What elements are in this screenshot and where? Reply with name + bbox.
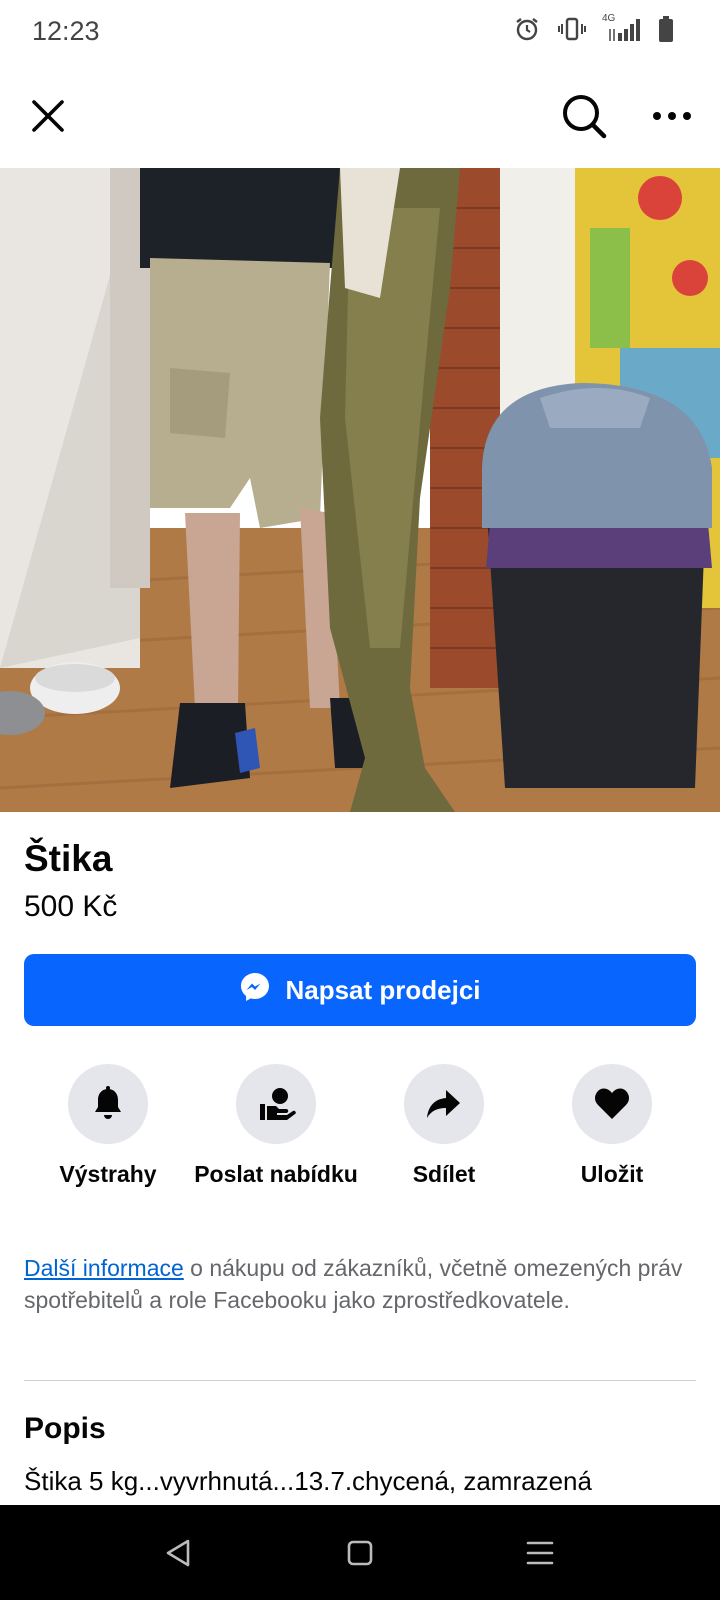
close-icon[interactable]	[20, 88, 76, 144]
save-label: Uložit	[580, 1161, 644, 1187]
top-bar	[0, 66, 720, 168]
more-info-link[interactable]: Další informace	[24, 1255, 184, 1281]
share-label: Sdílet	[412, 1161, 476, 1187]
alarm-icon	[514, 16, 540, 42]
more-icon[interactable]	[644, 88, 700, 144]
share-icon	[404, 1064, 484, 1144]
status-icons: 4G	[514, 13, 674, 42]
battery-icon	[658, 16, 674, 42]
bell-icon	[68, 1064, 148, 1144]
back-icon[interactable]	[158, 1533, 198, 1573]
signal-icon: 4G	[602, 13, 640, 41]
purchase-info: Další informace o nákupu od zákazníků, v…	[24, 1252, 696, 1316]
share-button[interactable]: Sdílet	[360, 1064, 528, 1190]
search-icon[interactable]	[556, 88, 612, 144]
description-text: Štika 5 kg...vyvrhnutá...13.7.chycená, z…	[24, 1466, 592, 1496]
send-offer-label: Poslat nabídku	[194, 1161, 358, 1187]
alerts-label: Výstrahy	[59, 1161, 157, 1187]
message-seller-button[interactable]: Napsat prodejci	[24, 954, 696, 1026]
heart-icon	[572, 1064, 652, 1144]
alerts-button[interactable]: Výstrahy	[24, 1064, 192, 1190]
listing-price: 500 Kč	[24, 890, 118, 923]
divider	[24, 1380, 696, 1381]
description-heading: Popis	[24, 1412, 106, 1445]
messenger-icon	[239, 971, 271, 1010]
home-icon[interactable]	[340, 1533, 380, 1573]
product-photo[interactable]	[0, 168, 720, 812]
save-button[interactable]: Uložit	[528, 1064, 696, 1190]
menu-icon[interactable]	[520, 1533, 560, 1573]
status-time: 12:23	[32, 16, 100, 46]
send-offer-button[interactable]: Poslat nabídku	[192, 1064, 360, 1190]
vibrate-icon	[558, 17, 586, 41]
message-seller-label: Napsat prodejci	[285, 974, 481, 1005]
navigation-bar	[0, 1505, 720, 1600]
listing-title: Štika	[24, 838, 113, 879]
offer-icon	[236, 1064, 316, 1144]
status-bar: 12:23 4G	[0, 0, 720, 66]
network-label: 4G	[602, 13, 616, 24]
